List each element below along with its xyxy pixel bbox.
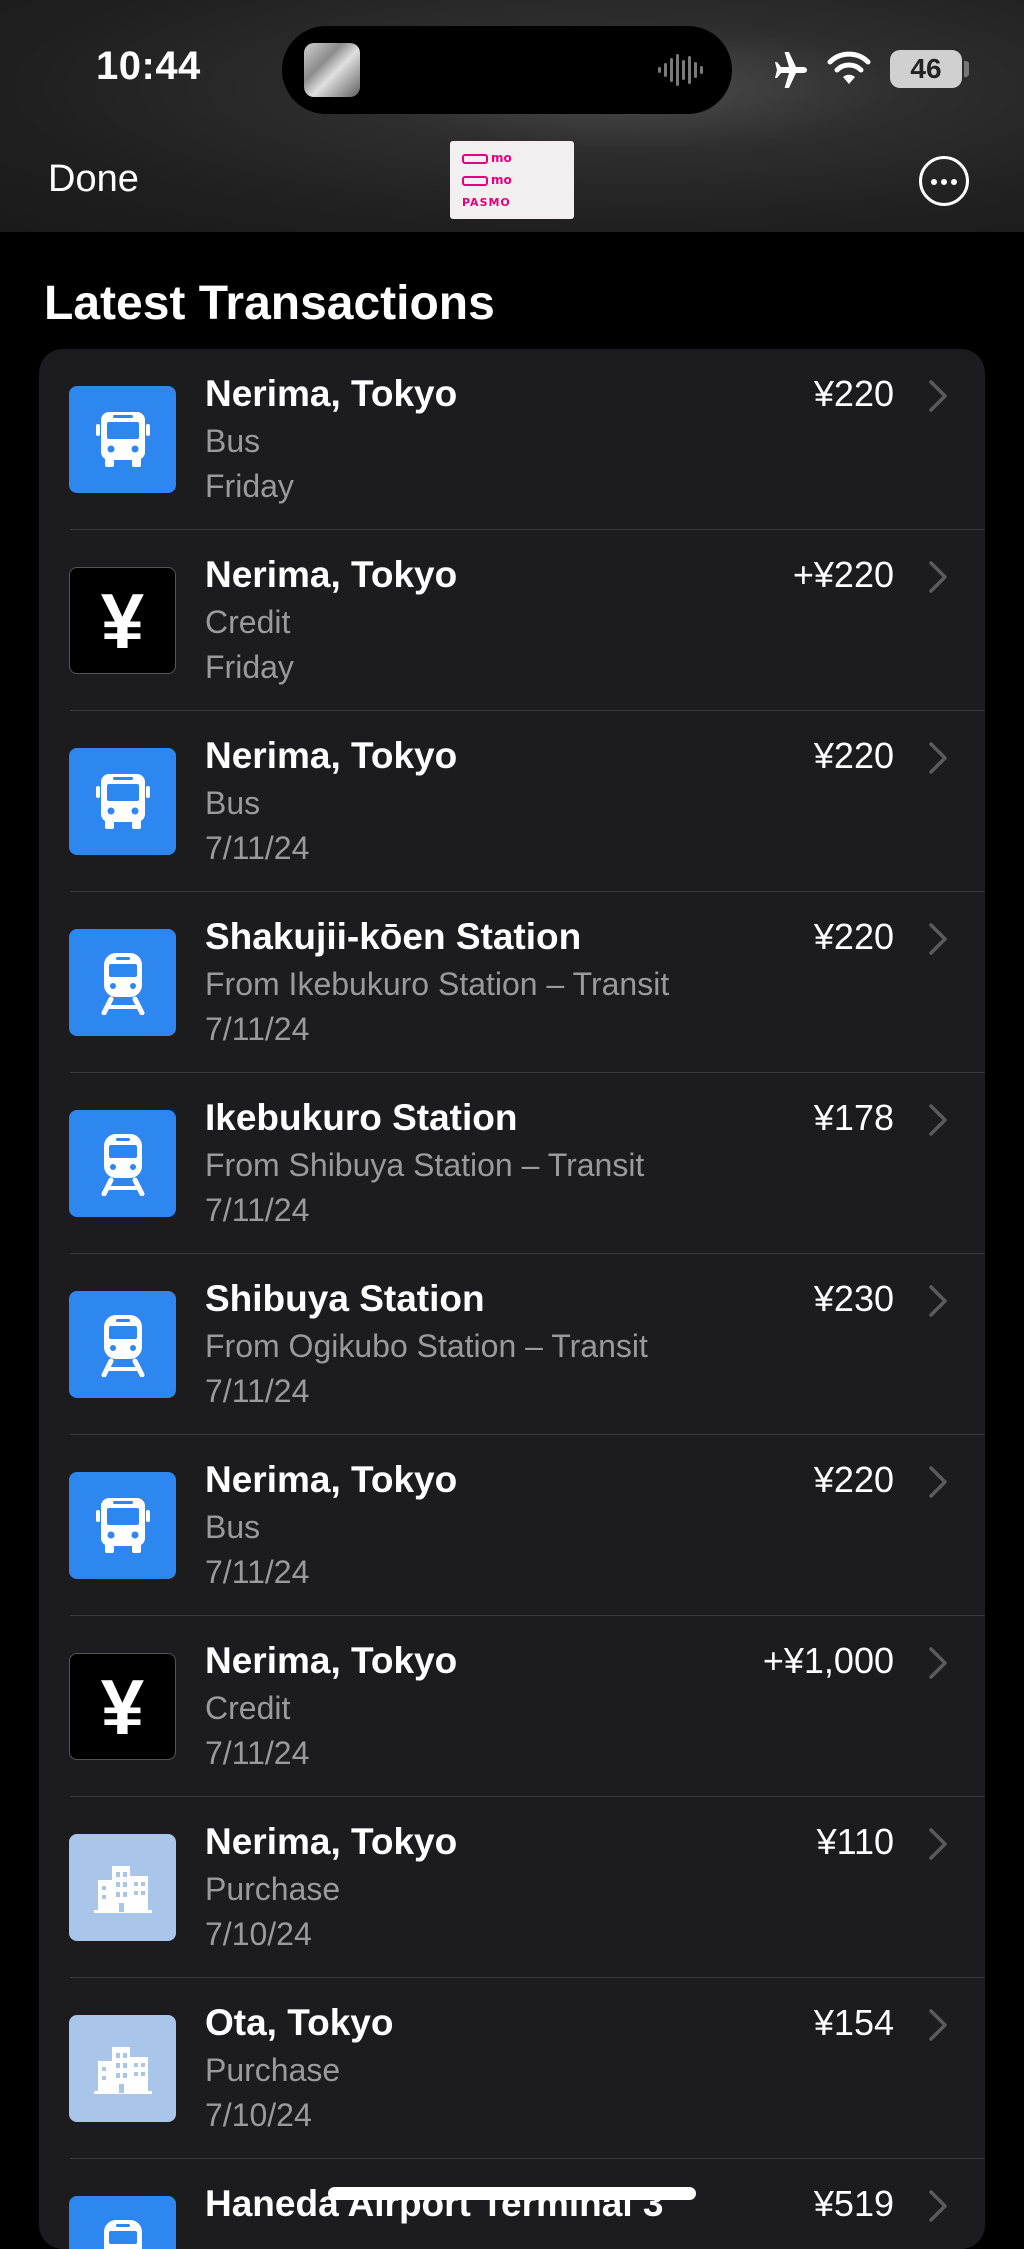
transaction-title: Nerima, Tokyo <box>205 1640 457 1682</box>
bus-icon <box>69 748 176 855</box>
purchase-icon <box>69 2015 176 2122</box>
chevron-right-icon <box>928 2008 948 2047</box>
transaction-row[interactable]: Nerima, Tokyo Purchase 7/10/24 ¥110 <box>39 1797 985 1978</box>
chevron-right-icon <box>928 741 948 780</box>
transaction-row[interactable]: Nerima, Tokyo Bus Friday ¥220 <box>39 349 985 530</box>
train-icon <box>69 2196 176 2249</box>
transaction-subtitle: Bus <box>205 785 260 822</box>
chevron-right-icon <box>928 1646 948 1685</box>
transaction-subtitle: Credit <box>205 1690 290 1727</box>
card-name: PASMO <box>462 196 511 209</box>
battery-level: 46 <box>910 53 941 85</box>
transaction-subtitle: From Ogikubo Station – Transit <box>205 1328 648 1365</box>
transaction-date: 7/11/24 <box>205 1011 309 1048</box>
transaction-row[interactable]: Shakujii-kōen Station From Ikebukuro Stat… <box>39 892 985 1073</box>
chevron-right-icon <box>928 1827 948 1866</box>
transaction-title: Nerima, Tokyo <box>205 735 457 777</box>
transaction-date: 7/11/24 <box>205 1554 309 1591</box>
train-icon <box>69 1110 176 1217</box>
transactions-list: Nerima, Tokyo Bus Friday ¥220 ¥ Nerima, Tokyo… <box>39 349 985 2249</box>
transaction-amount: ¥230 <box>814 1278 894 1320</box>
battery-cap <box>964 61 969 77</box>
chevron-right-icon <box>928 1103 948 1142</box>
transaction-subtitle: From Ikebukuro Station – Transit <box>205 966 669 1003</box>
card-mark-2: mo <box>491 173 512 187</box>
tram-icon <box>462 154 488 164</box>
transaction-amount: ¥220 <box>814 1459 894 1501</box>
transaction-amount: ¥220 <box>814 916 894 958</box>
transaction-date: Friday <box>205 649 294 686</box>
chevron-right-icon <box>928 379 948 418</box>
dynamic-island[interactable] <box>282 26 732 114</box>
transaction-row[interactable]: ¥ Nerima, Tokyo Credit Friday +¥220 <box>39 530 985 711</box>
chevron-right-icon <box>928 922 948 961</box>
transaction-title: Ota, Tokyo <box>205 2002 393 2044</box>
chevron-right-icon <box>928 2189 948 2228</box>
transaction-subtitle: Purchase <box>205 1871 340 1908</box>
tram-icon <box>462 176 488 186</box>
transaction-amount: +¥220 <box>793 554 894 596</box>
ellipsis-circle-icon[interactable] <box>919 156 969 206</box>
transaction-amount: ¥220 <box>814 373 894 415</box>
transaction-amount: ¥178 <box>814 1097 894 1139</box>
train-icon <box>69 1291 176 1398</box>
transaction-amount: +¥1,000 <box>763 1640 894 1682</box>
purchase-icon <box>69 1834 176 1941</box>
transaction-row[interactable]: Ikebukuro Station From Shibuya Station – … <box>39 1073 985 1254</box>
transaction-row[interactable]: Nerima, Tokyo Bus 7/11/24 ¥220 <box>39 1435 985 1616</box>
transaction-row[interactable]: Nerima, Tokyo Bus 7/11/24 ¥220 <box>39 711 985 892</box>
transaction-title: Shakujii-kōen Station <box>205 916 581 958</box>
transaction-subtitle: From Shibuya Station – Transit <box>205 1147 644 1184</box>
transaction-subtitle: Bus <box>205 1509 260 1546</box>
transaction-subtitle: Bus <box>205 423 260 460</box>
bus-icon <box>69 1472 176 1579</box>
credit-icon: ¥ <box>69 567 176 674</box>
home-indicator[interactable] <box>328 2187 696 2200</box>
transaction-row[interactable]: ¥ Nerima, Tokyo Credit 7/11/24 +¥1,000 <box>39 1616 985 1797</box>
transaction-subtitle: Purchase <box>205 2052 340 2089</box>
transaction-title: Nerima, Tokyo <box>205 1821 457 1863</box>
transaction-date: 7/10/24 <box>205 2097 312 2134</box>
credit-icon: ¥ <box>69 1653 176 1760</box>
transaction-title: Nerima, Tokyo <box>205 373 457 415</box>
transaction-row[interactable]: Shibuya Station From Ogikubo Station – Tr… <box>39 1254 985 1435</box>
wifi-icon <box>826 50 872 86</box>
status-time: 10:44 <box>96 44 201 89</box>
transaction-title: Nerima, Tokyo <box>205 554 457 596</box>
card-mark-1: mo <box>491 151 512 165</box>
chevron-right-icon <box>928 1284 948 1323</box>
transaction-title: Shibuya Station <box>205 1278 485 1320</box>
transaction-row[interactable]: Ota, Tokyo Purchase 7/10/24 ¥154 <box>39 1978 985 2159</box>
section-title: Latest Transactions <box>44 276 495 331</box>
airplane-icon <box>770 52 814 88</box>
transaction-amount: ¥220 <box>814 735 894 777</box>
transaction-amount: ¥110 <box>817 1821 894 1863</box>
chevron-right-icon <box>928 1465 948 1504</box>
now-playing-artwork[interactable] <box>304 43 360 97</box>
pasmo-card-thumbnail[interactable]: mo mo PASMO <box>450 141 574 219</box>
transaction-title: Ikebukuro Station <box>205 1097 517 1139</box>
transaction-subtitle: Credit <box>205 604 290 641</box>
transaction-row[interactable]: Haneda Airport Terminal 3¥519 <box>39 2159 985 2249</box>
audio-waveform-icon <box>658 52 708 88</box>
bus-icon <box>69 386 176 493</box>
battery-icon: 46 <box>890 50 962 88</box>
transaction-amount: ¥154 <box>814 2002 894 2044</box>
transaction-date: Friday <box>205 468 294 505</box>
transaction-date: 7/11/24 <box>205 1373 309 1410</box>
done-button[interactable]: Done <box>48 158 139 201</box>
chevron-right-icon <box>928 560 948 599</box>
header-area: 10:44 46 Done mo mo PASMO <box>0 0 1024 232</box>
transaction-date: 7/11/24 <box>205 830 309 867</box>
transaction-date: 7/11/24 <box>205 1192 309 1229</box>
transaction-title: Nerima, Tokyo <box>205 1459 457 1501</box>
train-icon <box>69 929 176 1036</box>
transaction-date: 7/11/24 <box>205 1735 309 1772</box>
transaction-date: 7/10/24 <box>205 1916 312 1953</box>
